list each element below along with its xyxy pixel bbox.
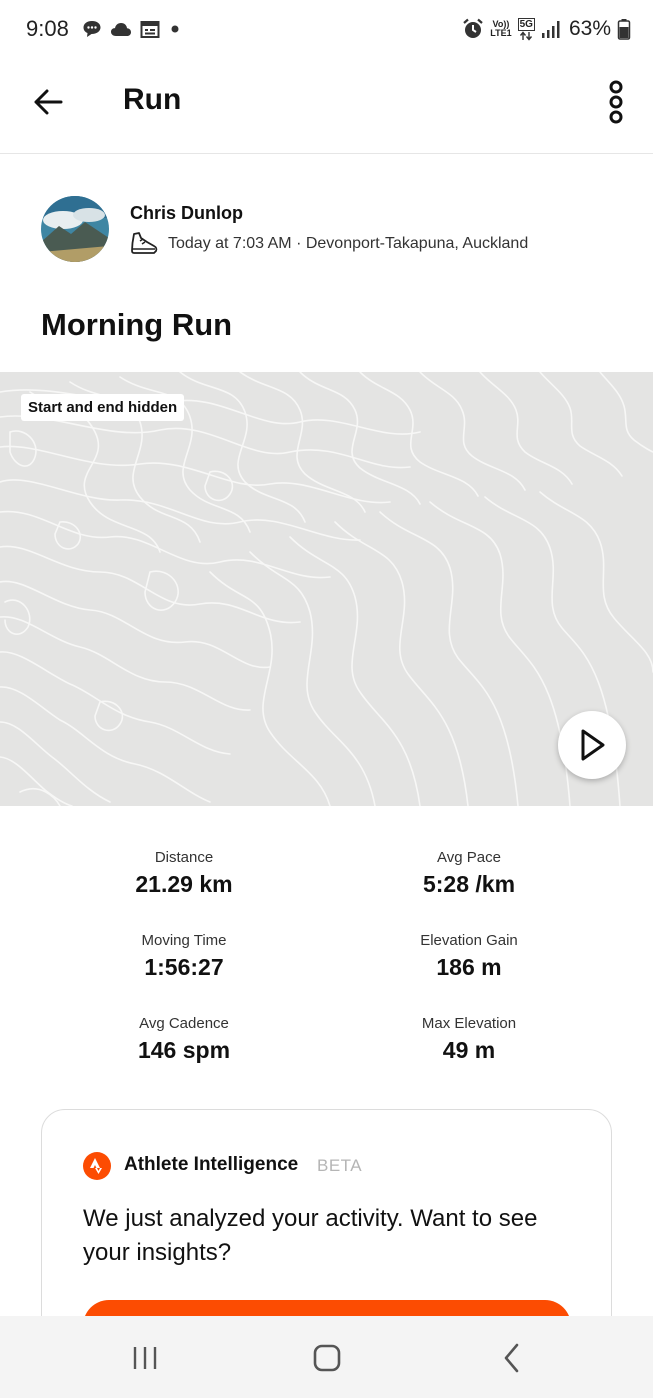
activity-time-location: Today at 7:03 AM · Devonport-Takapuna, A… [168,235,529,252]
beta-badge: BETA [317,1156,363,1175]
stat-elevation-gain: Elevation Gain 186 m [349,932,589,981]
system-back-button[interactable] [490,1336,534,1380]
alarm-icon [463,18,484,38]
insights-message: We just analyzed your activity. Want to … [83,1205,538,1266]
stat-value: 49 m [442,1037,496,1063]
app-bar: Run [0,58,653,154]
stat-label: Elevation Gain [420,932,518,949]
stat-label: Avg Cadence [139,1015,229,1032]
5g-icon: 5G [517,17,535,41]
back-button[interactable] [26,80,70,124]
stat-distance: Distance 21.29 km [64,849,304,898]
status-notification-icons [82,18,182,40]
stat-value: 21.29 km [135,871,233,897]
athlete-name[interactable]: Chris Dunlop [130,203,243,224]
status-bar: 9:08 Vo)) LTE1 5G 63% [0,0,653,58]
stat-value: 5:28 /km [422,871,516,897]
athlete-header: Chris Dunlop Today at 7:03 AM · Devonpor… [0,155,653,295]
activity-map[interactable]: Start and end hidden [0,372,653,806]
5g-label: 5G [517,17,535,31]
battery-percent: 63% [568,17,611,40]
dot-icon [171,25,179,33]
stat-value: 186 m [436,954,502,980]
cloud-icon [111,23,131,36]
stat-value: 1:56:27 [144,954,224,980]
lte-label: LTE1 [490,28,512,38]
calendar-icon [140,21,160,38]
more-options-button[interactable] [598,78,634,126]
home-icon [313,1344,341,1372]
strava-logo-icon [83,1152,111,1180]
recent-apps-button[interactable] [123,1336,167,1380]
chat-bubble-icon [83,21,101,37]
status-system-icons: Vo)) LTE1 5G 63% [462,14,631,44]
stat-label: Avg Pace [437,849,501,866]
stat-value: 146 spm [137,1037,231,1063]
stat-label: Moving Time [141,932,227,949]
play-flyover-button[interactable] [558,711,626,779]
stat-avg-cadence: Avg Cadence 146 spm [64,1015,304,1064]
avatar[interactable] [41,196,109,262]
shoe-icon [131,232,158,254]
stat-avg-pace: Avg Pace 5:28 /km [349,849,589,898]
play-icon [581,729,605,761]
arrow-left-icon [34,89,63,115]
page-title: Run [123,83,182,116]
insights-title: Athlete Intelligence [124,1154,299,1175]
stat-max-elevation: Max Elevation 49 m [349,1015,589,1064]
privacy-tag: Start and end hidden [21,394,185,421]
activity-stats: Distance 21.29 km Avg Pace 5:28 /km Movi… [0,806,653,1106]
more-vertical-icon [609,80,623,124]
activity-title: Morning Run [41,307,233,342]
status-time: 9:08 [26,16,69,41]
recent-apps-icon [133,1347,157,1369]
battery-icon [617,19,631,40]
system-nav-bar [0,1316,653,1398]
back-nav-icon [504,1343,519,1373]
home-button[interactable] [305,1336,349,1380]
stat-moving-time: Moving Time 1:56:27 [64,932,304,981]
stat-label: Distance [154,849,214,866]
stat-label: Max Elevation [421,1015,517,1032]
topographic-map [0,372,653,806]
signal-icon [541,21,560,38]
volte-icon: Vo)) LTE1 [490,20,511,38]
activity-meta: Today at 7:03 AM · Devonport-Takapuna, A… [130,231,528,257]
